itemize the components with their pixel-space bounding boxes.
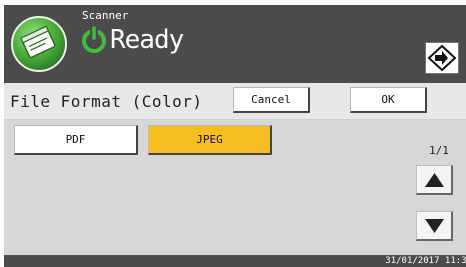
scroll-up-button[interactable] <box>416 165 453 195</box>
page-indicator: 1/1 <box>429 144 449 157</box>
arrow-up-icon <box>425 173 444 187</box>
ok-button[interactable]: OK <box>350 87 427 113</box>
status-footer: 31/01/2017 11:31 <box>4 255 466 267</box>
options-panel: PDF JPEG 1/1 <box>4 120 466 255</box>
app-name-label: Scanner <box>82 9 129 22</box>
arrow-down-icon <box>425 219 444 233</box>
scanner-app-icon[interactable] <box>10 15 68 73</box>
machine-status: Ready <box>110 25 184 55</box>
ready-power-icon <box>82 26 106 53</box>
login-logout-icon <box>427 44 457 72</box>
date-time: 31/01/2017 11:31 <box>385 256 466 266</box>
format-option-pdf[interactable]: PDF <box>14 125 138 155</box>
scanner-screen: Scanner Ready File Format (Color) Cancel… <box>0 0 466 267</box>
format-option-jpeg[interactable]: JPEG <box>148 125 272 155</box>
cancel-button[interactable]: Cancel <box>233 87 310 113</box>
scroll-down-button[interactable] <box>416 211 453 241</box>
setting-title-row: File Format (Color) Cancel OK <box>4 83 466 120</box>
page-title: File Format (Color) <box>10 92 203 111</box>
header-bar: Scanner Ready <box>4 5 466 83</box>
login-logout-button[interactable] <box>425 42 459 74</box>
